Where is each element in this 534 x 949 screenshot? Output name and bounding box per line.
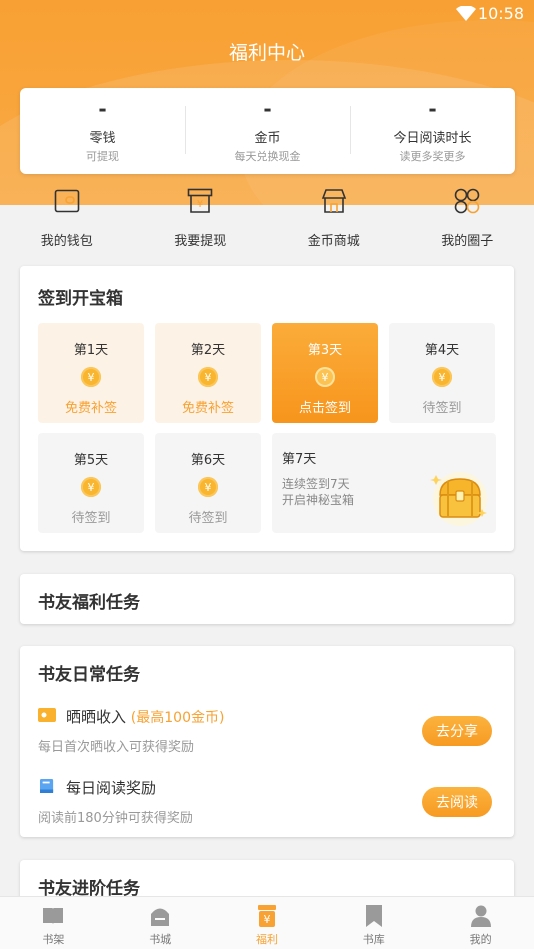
checkin-day-5[interactable]: 第5天 ¥ 待签到 (38, 433, 144, 533)
status-time: 10:58 (477, 4, 524, 23)
summary-name: 金币 (254, 130, 281, 146)
tab-me[interactable]: 我的 (427, 897, 534, 949)
coin-icon: ¥ (198, 477, 218, 497)
day7-description: 连续签到7天 开启神秘宝箱 (282, 476, 354, 508)
quick-label: 金币商城 (307, 234, 360, 249)
checkin-day-6[interactable]: 第6天 ¥ 待签到 (155, 433, 261, 533)
day-status: 免费补签 (181, 401, 234, 416)
quick-wallet[interactable]: 我的钱包 (0, 186, 134, 252)
bottom-tab-bar: 书架 书城 ¥ 福利 书库 我的 (0, 896, 534, 949)
day-status: 待签到 (188, 511, 228, 526)
quick-store[interactable]: 金币商城 (267, 186, 401, 252)
summary-coins[interactable]: - 金币 每天兑换现金 (185, 88, 350, 174)
day-label: 第7天 (282, 452, 317, 467)
daily-tasks-card: 书友日常任务 晒晒收入 (最高100金币) 每日首次晒收入可获得奖励 去分享 每… (20, 646, 514, 837)
bookmark-icon (363, 905, 385, 927)
checkin-day-7[interactable]: 第7天 连续签到7天 开启神秘宝箱 (272, 433, 496, 533)
day-label: 第1天 (73, 343, 109, 358)
go-share-button[interactable]: 去分享 (422, 716, 492, 746)
summary-value: - (98, 96, 107, 121)
summary-change[interactable]: - 零钱 可提现 (20, 88, 185, 174)
summary-value: - (263, 96, 272, 121)
quick-nav: 我的钱包 ¥ 我要提现 金币商城 我的圈子 (0, 186, 534, 252)
summary-card: - 零钱 可提现 - 金币 每天兑换现金 - 今日阅读时长 读更多奖更多 (20, 88, 515, 174)
welfare-tasks-title: 书友福利任务 (38, 593, 140, 613)
day-status: 免费补签 (64, 401, 117, 416)
checkin-title: 签到开宝箱 (38, 289, 123, 309)
task-description: 每日首次晒收入可获得奖励 (38, 740, 195, 755)
summary-sub: 读更多奖更多 (399, 149, 466, 163)
quick-label: 我的圈子 (441, 234, 494, 249)
withdraw-icon: ¥ (185, 186, 215, 216)
bookshelf-icon (42, 905, 64, 927)
quick-label: 我要提现 (174, 234, 227, 249)
day-status: 待签到 (422, 401, 462, 416)
welfare-icon: ¥ (256, 905, 278, 927)
task-name: 晒晒收入 (最高100金币) (66, 706, 224, 727)
svg-text:¥: ¥ (197, 199, 203, 210)
tab-label: 福利 (255, 933, 278, 946)
summary-value: - (428, 96, 437, 121)
quick-label: 我的钱包 (40, 234, 93, 249)
day7-desc-line: 开启神秘宝箱 (282, 493, 355, 507)
task-daily-reading: 每日阅读奖励 阅读前180分钟可获得奖励 去阅读 (38, 777, 496, 827)
tab-bookstore[interactable]: 书城 (107, 897, 214, 949)
summary-name: 零钱 (89, 130, 116, 146)
task-reward-note: (最高100金币) (130, 710, 225, 726)
ticket-icon (38, 708, 56, 722)
task-name-text: 每日阅读奖励 (66, 779, 157, 797)
go-read-button[interactable]: 去阅读 (422, 787, 492, 817)
wifi-icon (456, 6, 476, 21)
day-label: 第5天 (73, 453, 109, 468)
coin-icon: ¥ (81, 477, 101, 497)
day-label: 第2天 (190, 343, 226, 358)
task-description: 阅读前180分钟可获得奖励 (38, 811, 193, 826)
coin-icon: ¥ (81, 367, 101, 387)
day-status: 待签到 (71, 511, 111, 526)
day7-desc-line: 连续签到7天 (282, 477, 350, 491)
quick-circle[interactable]: 我的圈子 (401, 186, 534, 252)
wallet-icon (52, 186, 82, 216)
tab-label: 我的 (469, 933, 492, 946)
coin-icon: ¥ (198, 367, 218, 387)
task-share-income: 晒晒收入 (最高100金币) 每日首次晒收入可获得奖励 去分享 (38, 706, 496, 756)
bookstore-icon (149, 905, 171, 927)
store-icon (319, 186, 349, 216)
treasure-chest-icon (430, 472, 487, 526)
coin-icon: ¥ (315, 367, 335, 387)
summary-name: 今日阅读时长 (393, 130, 472, 146)
checkin-day-4[interactable]: 第4天 ¥ 待签到 (389, 323, 495, 423)
summary-sub: 可提现 (86, 149, 119, 163)
svg-text:¥: ¥ (263, 913, 270, 926)
summary-reading-time[interactable]: - 今日阅读时长 读更多奖更多 (350, 88, 515, 174)
book-icon (40, 779, 54, 793)
tab-library[interactable]: 书库 (320, 897, 427, 949)
tab-welfare[interactable]: ¥ 福利 (214, 897, 321, 949)
task-name: 每日阅读奖励 (66, 777, 156, 798)
daily-tasks-title: 书友日常任务 (38, 665, 140, 685)
circle-icon (452, 186, 482, 216)
page-title: 福利中心 (228, 42, 305, 64)
welfare-tasks-card[interactable]: 书友福利任务 (20, 574, 514, 624)
quick-withdraw[interactable]: ¥ 我要提现 (134, 186, 268, 252)
tab-label: 书架 (42, 933, 65, 946)
tab-label: 书库 (362, 933, 385, 946)
day-label: 第4天 (424, 343, 460, 358)
checkin-day-1[interactable]: 第1天 ¥ 免费补签 (38, 323, 144, 423)
checkin-day-3[interactable]: 第3天 ¥ 点击签到 (272, 323, 378, 423)
summary-sub: 每天兑换现金 (234, 149, 301, 163)
profile-icon (470, 905, 492, 927)
day-label: 第3天 (307, 343, 343, 358)
day-status: 点击签到 (298, 401, 351, 416)
tab-label: 书城 (149, 933, 172, 946)
checkin-card: 签到开宝箱 第1天 ¥ 免费补签 第2天 ¥ 免费补签 第3天 ¥ 点击签到 第… (20, 266, 514, 551)
coin-icon: ¥ (432, 367, 452, 387)
tab-bookshelf[interactable]: 书架 (0, 897, 107, 949)
task-name-text: 晒晒收入 (66, 708, 127, 726)
checkin-day-2[interactable]: 第2天 ¥ 免费补签 (155, 323, 261, 423)
status-bar: 10:58 (0, 0, 534, 28)
day-label: 第6天 (190, 453, 226, 468)
